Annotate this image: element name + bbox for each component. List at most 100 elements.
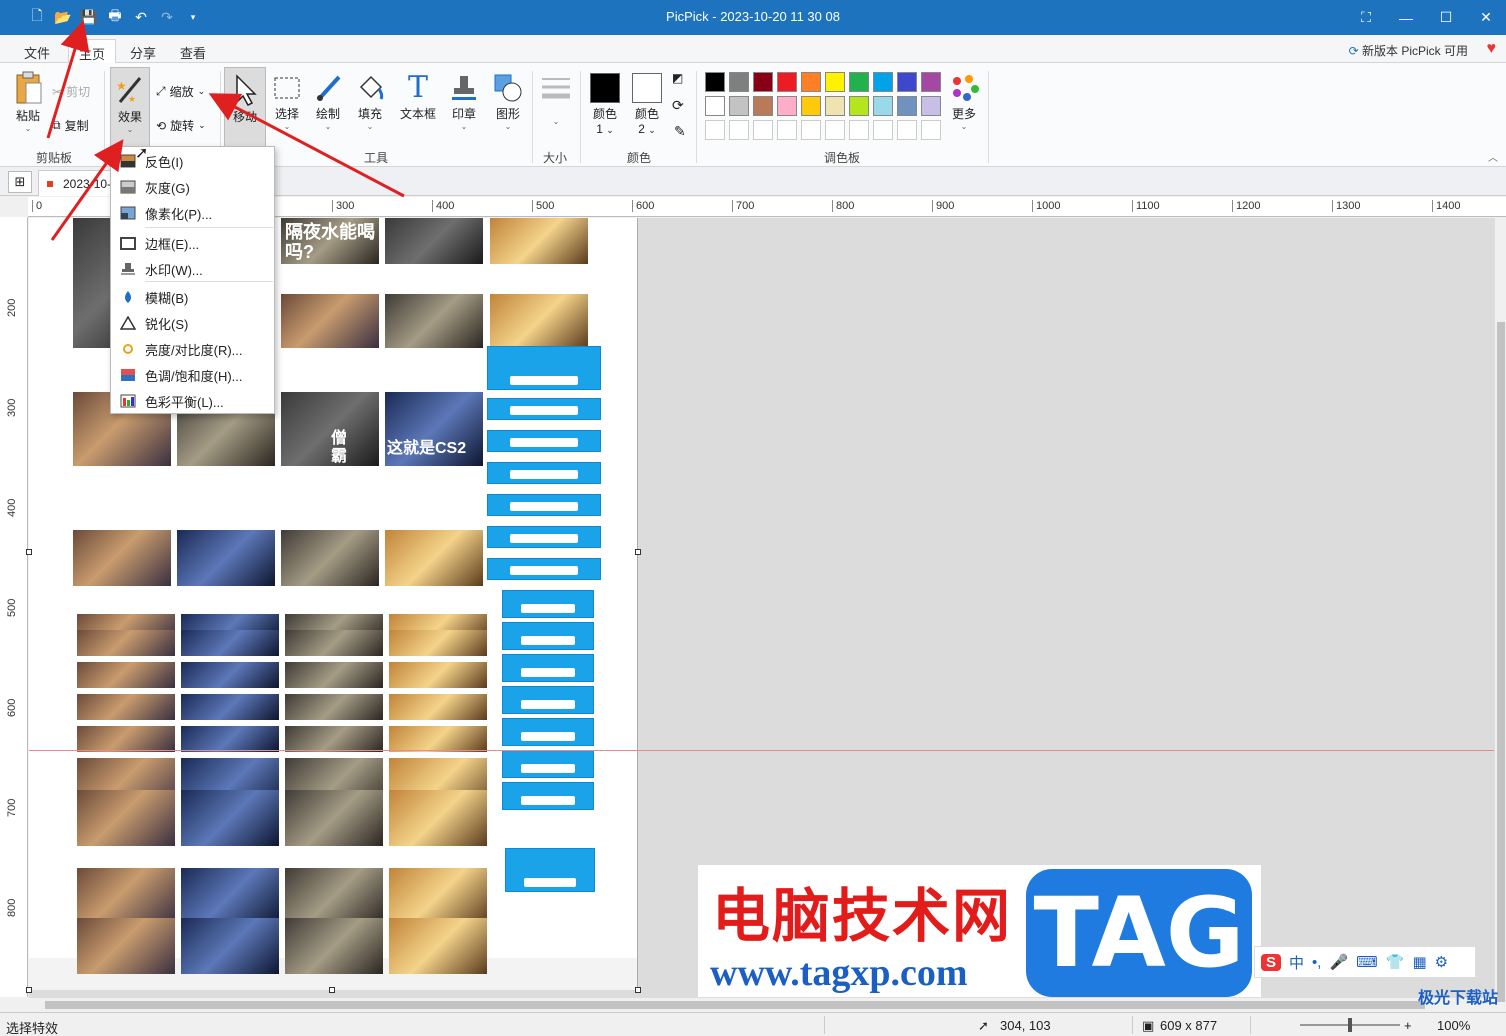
minimize-button[interactable]: — bbox=[1386, 0, 1426, 35]
ruler-tick-label: 800 bbox=[832, 200, 854, 212]
effects-menu-item[interactable]: 色调/饱和度(H)... bbox=[111, 363, 274, 387]
maximize-button[interactable]: ☐ bbox=[1426, 0, 1466, 35]
settings-icon[interactable]: ⚙ bbox=[1435, 953, 1448, 971]
selection-handle[interactable] bbox=[635, 987, 641, 993]
palette-swatch[interactable] bbox=[801, 96, 821, 116]
zoom-slider[interactable] bbox=[1300, 1018, 1400, 1032]
effects-menu-item[interactable]: 模糊(B) bbox=[111, 285, 274, 309]
tab-view[interactable]: 查看 bbox=[180, 43, 206, 62]
size-group-label: 大小 bbox=[543, 151, 568, 165]
zoom-in-icon[interactable]: + bbox=[1404, 1018, 1412, 1033]
palette-swatch-empty[interactable] bbox=[921, 120, 941, 140]
palette-swatch-empty[interactable] bbox=[801, 120, 821, 140]
palette-swatch[interactable] bbox=[705, 96, 725, 116]
microphone-icon[interactable]: 🎤 bbox=[1329, 953, 1348, 971]
effects-menu-item[interactable]: 锐化(S) bbox=[111, 311, 274, 335]
effects-button[interactable]: ★ ★ 效果 ⌄ bbox=[110, 67, 150, 147]
effects-menu-item[interactable]: 边框(E)... bbox=[111, 231, 274, 255]
selection-handle[interactable] bbox=[26, 549, 32, 555]
fill-tool-button[interactable]: 填充 ⌄ bbox=[352, 73, 388, 131]
selection-handle[interactable] bbox=[329, 987, 335, 993]
collapse-ribbon-icon[interactable]: ︿ bbox=[1488, 149, 1498, 164]
palette-swatch-empty[interactable] bbox=[729, 120, 749, 140]
palette-swatch[interactable] bbox=[873, 72, 893, 92]
thumbnail bbox=[490, 294, 588, 348]
draw-tool-button[interactable]: 绘制 ⌄ bbox=[310, 73, 346, 131]
palette-swatch-empty[interactable] bbox=[753, 120, 773, 140]
punctuation-icon[interactable]: •, bbox=[1312, 954, 1321, 971]
heart-icon[interactable]: ♥ bbox=[1487, 40, 1497, 58]
skin-icon[interactable]: 👕 bbox=[1386, 953, 1405, 971]
copy-button[interactable]: ⧉ 复制 bbox=[52, 117, 89, 134]
palette-swatch[interactable] bbox=[849, 96, 869, 116]
select-tool-button[interactable]: 选择 ⌄ bbox=[270, 73, 304, 131]
effects-menu-item-label: 模糊(B) bbox=[145, 290, 189, 306]
horizontal-scrollbar[interactable] bbox=[29, 997, 1494, 1011]
effects-menu-item[interactable]: 亮度/对比度(R)... bbox=[111, 337, 274, 361]
thumbnail bbox=[177, 530, 275, 586]
palette-swatch[interactable] bbox=[729, 72, 749, 92]
effects-menu-item[interactable]: 色彩平衡(L)... bbox=[111, 389, 274, 413]
palette-swatch-empty[interactable] bbox=[873, 120, 893, 140]
reset-colors-icon[interactable]: ⟳ bbox=[672, 97, 684, 114]
palette-swatch[interactable] bbox=[921, 96, 941, 116]
grid-view-icon[interactable]: ⊞ bbox=[8, 171, 32, 193]
palette-swatch[interactable] bbox=[705, 72, 725, 92]
swap-colors-icon[interactable]: ◩ bbox=[672, 71, 683, 85]
resize-button[interactable]: ⤢ 缩放 ⌄ bbox=[156, 83, 205, 100]
sogou-icon[interactable]: S bbox=[1261, 953, 1281, 971]
palette-swatch[interactable] bbox=[753, 96, 773, 116]
ime-toolbar[interactable]: S 中 •, 🎤 ⌨ 👕 ▦ ⚙ bbox=[1254, 946, 1476, 978]
palette-swatch-empty[interactable] bbox=[825, 120, 845, 140]
shape-tool-button[interactable]: 图形 ⌄ bbox=[490, 73, 526, 131]
palette-swatch[interactable] bbox=[897, 72, 917, 92]
zoom-level[interactable]: 100% bbox=[1437, 1018, 1470, 1033]
scrollbar-thumb[interactable] bbox=[1497, 322, 1505, 1002]
close-button[interactable]: ✕ bbox=[1466, 0, 1506, 35]
palette-swatch[interactable] bbox=[849, 72, 869, 92]
eyedropper-icon[interactable]: ✎ bbox=[674, 123, 686, 140]
toolbox-icon[interactable]: ▦ bbox=[1412, 953, 1426, 971]
document-tab[interactable]: 2023-10-20 11 30 08 bbox=[38, 170, 113, 196]
vertical-scrollbar[interactable] bbox=[1494, 218, 1506, 1002]
tab-home[interactable]: 主页 bbox=[68, 39, 117, 64]
size-button[interactable]: ⌄ bbox=[538, 73, 574, 126]
palette-swatch[interactable] bbox=[825, 96, 845, 116]
capture-icon[interactable]: ⛶ bbox=[1346, 0, 1386, 35]
effects-menu-item[interactable]: 像素化(P)... bbox=[111, 201, 274, 225]
update-notice-link[interactable]: ⟳ 新版本 PicPick 可用 bbox=[1349, 42, 1468, 59]
color2-button[interactable]: 颜色 2 ⌄ bbox=[630, 73, 664, 136]
stamp-tool-button[interactable]: 印章 ⌄ bbox=[446, 73, 482, 131]
palette-swatch[interactable] bbox=[825, 72, 845, 92]
palette-swatch-empty[interactable] bbox=[897, 120, 917, 140]
tab-share[interactable]: 分享 bbox=[130, 43, 156, 62]
more-colors-button[interactable]: 更多 ⌄ bbox=[946, 73, 982, 131]
palette-swatch-empty[interactable] bbox=[777, 120, 797, 140]
palette-swatch[interactable] bbox=[729, 96, 749, 116]
palette-swatch-empty[interactable] bbox=[705, 120, 725, 140]
palette-swatch[interactable] bbox=[777, 96, 797, 116]
palette-swatch[interactable] bbox=[921, 72, 941, 92]
cut-button[interactable]: ✂ 剪切 bbox=[52, 83, 90, 100]
color1-button[interactable]: 颜色 1 ⌄ bbox=[588, 73, 622, 136]
zoom-slider-thumb[interactable] bbox=[1348, 1018, 1352, 1032]
palette-swatch[interactable] bbox=[873, 96, 893, 116]
palette-swatch[interactable] bbox=[753, 72, 773, 92]
keyboard-icon[interactable]: ⌨ bbox=[1356, 953, 1378, 971]
textbox-tool-button[interactable]: T 文本框 bbox=[396, 73, 440, 122]
rotate-button[interactable]: ⟲ 旋转 ⌄ bbox=[156, 117, 206, 134]
scrollbar-thumb[interactable] bbox=[45, 1001, 1425, 1009]
palette-swatch[interactable] bbox=[777, 72, 797, 92]
selection-handle[interactable] bbox=[26, 987, 32, 993]
effects-menu-item[interactable]: 水印(W)... bbox=[111, 257, 274, 281]
palette-swatch-empty[interactable] bbox=[849, 120, 869, 140]
ime-language[interactable]: 中 bbox=[1289, 952, 1304, 973]
palette-swatch[interactable] bbox=[897, 96, 917, 116]
palette-swatch[interactable] bbox=[801, 72, 821, 92]
effects-menu-item[interactable]: 灰度(G) bbox=[111, 175, 274, 199]
selection-handle[interactable] bbox=[635, 549, 641, 555]
paste-button[interactable]: 粘贴 ⌄ bbox=[10, 71, 46, 133]
tab-file[interactable]: 文件 bbox=[24, 43, 50, 62]
move-tool-button[interactable]: 移动 bbox=[224, 67, 266, 147]
capture-popup bbox=[502, 622, 594, 650]
